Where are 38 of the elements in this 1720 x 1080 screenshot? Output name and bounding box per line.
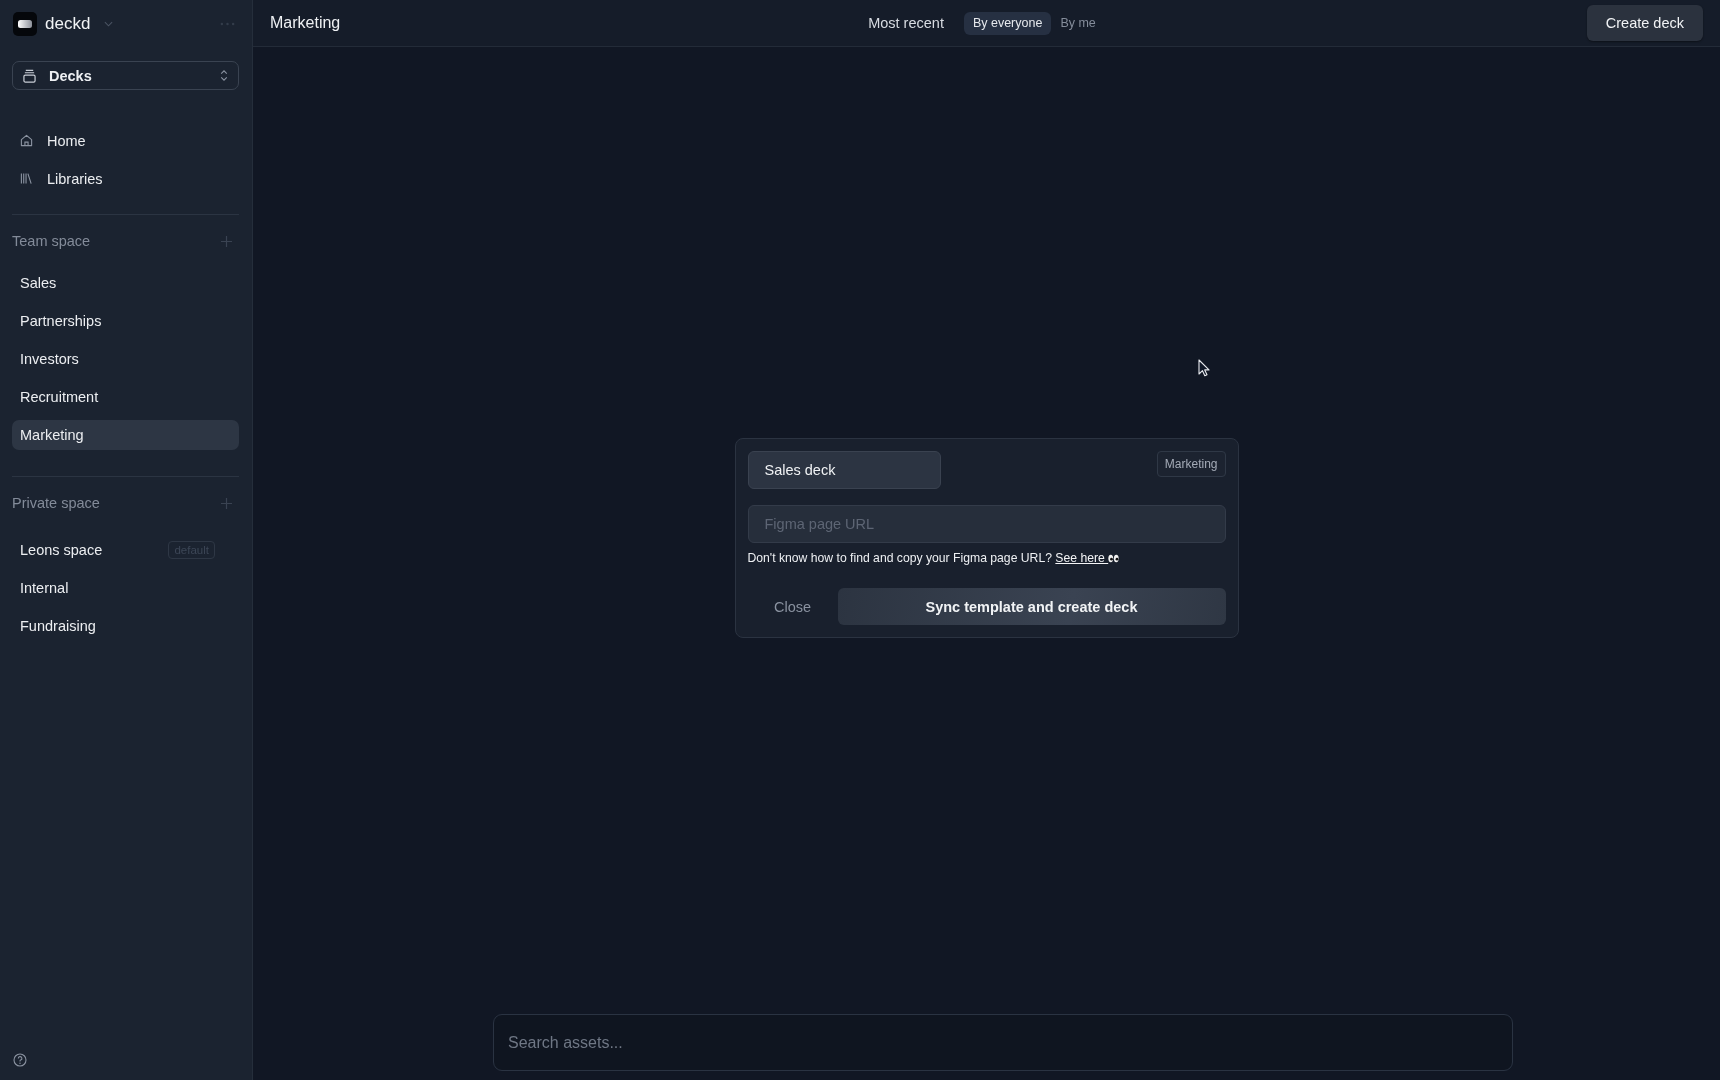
nav-item[interactable]: Home — [12, 122, 239, 159]
space-item[interactable]: Internal — [12, 573, 239, 603]
eyes-icon — [1108, 554, 1120, 563]
close-button[interactable]: Close — [747, 588, 838, 625]
sort-dropdown[interactable]: Most recent — [868, 15, 944, 31]
page-title: Marketing — [270, 14, 341, 32]
filter-tab[interactable]: By me — [1051, 11, 1105, 35]
space-tag: Marketing — [1156, 451, 1226, 477]
nav-item[interactable]: Libraries — [12, 160, 239, 197]
section-selector[interactable]: Decks — [12, 61, 239, 90]
stack-icon — [23, 68, 36, 83]
url-field[interactable]: Figma page URL — [747, 505, 1226, 543]
workspace-name: deckd — [45, 13, 91, 34]
space-item[interactable]: Partnerships — [12, 306, 239, 336]
create-deck-button[interactable]: Create deck — [1586, 5, 1703, 41]
section-title: Team space — [12, 233, 91, 249]
plus-icon[interactable] — [221, 497, 232, 509]
logo-icon — [13, 11, 37, 36]
space-item[interactable]: Fundraising — [12, 611, 239, 641]
space-item[interactable]: Investors — [12, 344, 239, 374]
help-text: Don't know how to find and copy your Figma page URL? See here — [747, 551, 1226, 565]
see-here-link[interactable]: See here — [1055, 551, 1120, 565]
home-icon — [20, 134, 33, 147]
space-item[interactable]: Sales — [12, 268, 239, 298]
library-icon — [20, 172, 33, 185]
cursor-icon — [1198, 359, 1210, 377]
more-icon[interactable] — [220, 21, 235, 26]
chevron-down-icon[interactable] — [104, 20, 114, 27]
deck-name-field[interactable]: Sales deck — [747, 451, 941, 489]
help-icon[interactable] — [13, 1053, 27, 1067]
up-down-chevron-icon — [220, 69, 228, 82]
filter-tab[interactable]: By everyone — [963, 11, 1052, 35]
space-item[interactable]: Recruitment — [12, 382, 239, 412]
plus-icon[interactable] — [221, 235, 232, 247]
sync-create-button[interactable]: Sync template and create deck — [837, 588, 1226, 625]
space-item[interactable]: Marketing — [12, 420, 239, 450]
search-field[interactable]: Search assets... — [493, 1014, 1513, 1071]
section-title: Private space — [12, 495, 100, 511]
